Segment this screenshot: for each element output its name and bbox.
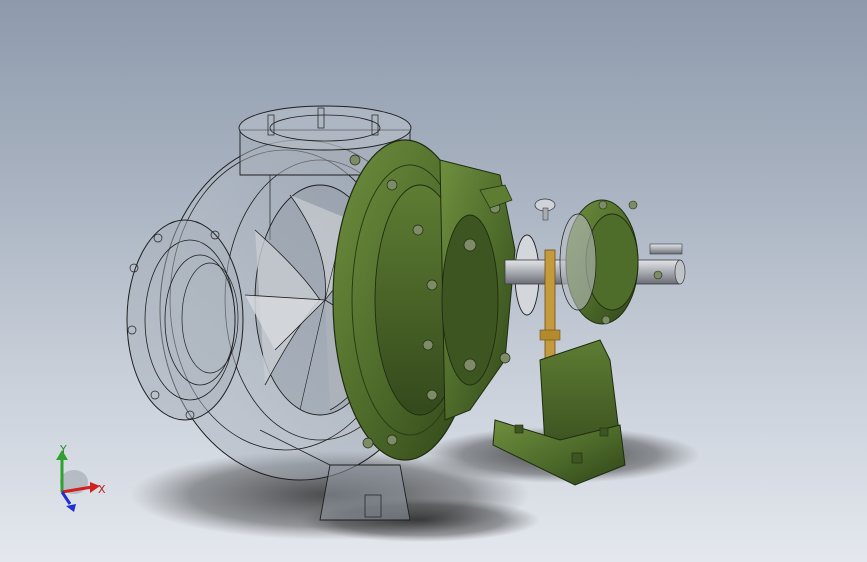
triad-axes [56,450,100,512]
triad-y-label: Y [60,443,67,456]
oil-cap[interactable] [534,198,556,221]
triad-x-label: X [98,483,106,496]
triad-z-axis [60,491,72,505]
pump-assembly-model[interactable] [0,0,867,562]
coordinate-triad: Y X [40,440,120,520]
triad-z-arrow [66,504,76,512]
suction-flange[interactable] [126,219,244,421]
bearing-frame-green[interactable] [439,159,516,421]
graphics-viewport[interactable]: Y X [0,0,867,562]
